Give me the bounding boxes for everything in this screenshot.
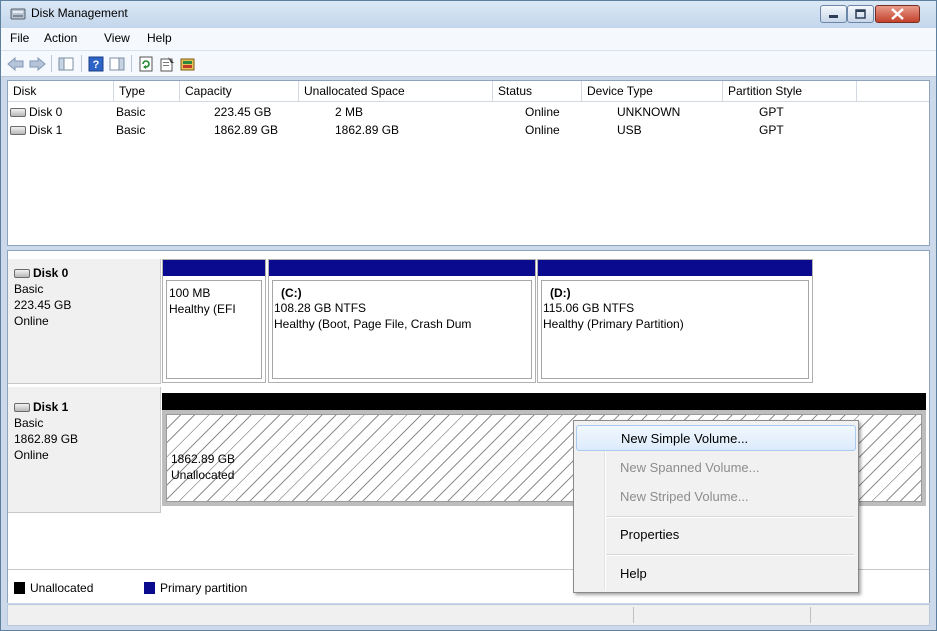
close-button[interactable] [875, 5, 920, 23]
column-header-disk[interactable]: Disk [8, 81, 114, 102]
partition-efi[interactable]: 100 MB Healthy (EFI [162, 259, 266, 383]
table-row[interactable]: Disk 1 Basic 1862.89 GB 1862.89 GB Onlin… [8, 121, 929, 138]
menu-item-new-striped-volume[interactable]: New Striped Volume... [576, 484, 856, 510]
rescan-disks-icon[interactable] [179, 55, 197, 72]
primary-partition-bar [538, 260, 812, 276]
capacity-cell: 223.45 GB [214, 105, 272, 119]
column-header-status[interactable]: Status [493, 81, 582, 102]
menu-separator [606, 516, 854, 518]
legend-label-unallocated: Unallocated [30, 581, 94, 595]
status-bar [7, 604, 930, 626]
minimize-button[interactable] [820, 5, 847, 23]
legend-label-primary: Primary partition [160, 581, 248, 595]
window-title: Disk Management [31, 6, 128, 20]
toolbar: ? [1, 51, 936, 77]
menu-separator [606, 554, 854, 556]
menu-item-new-spanned-volume[interactable]: New Spanned Volume... [576, 455, 856, 481]
partition-style-cell: GPT [759, 123, 784, 137]
show-hide-action-pane-icon[interactable] [108, 55, 126, 72]
svg-text:?: ? [93, 59, 100, 71]
forward-arrow-icon[interactable] [28, 55, 46, 72]
hard-disk-icon [14, 269, 30, 278]
show-hide-console-tree-icon[interactable] [57, 55, 75, 72]
disk-1-info[interactable]: Disk 1 Basic 1862.89 GB Online [8, 387, 161, 513]
menu-action[interactable]: Action [44, 31, 77, 45]
menu-file[interactable]: File [10, 31, 29, 45]
type-cell: Basic [116, 105, 146, 119]
partition-size: 1862.89 GB [171, 452, 236, 466]
column-header-capacity[interactable]: Capacity [180, 81, 299, 102]
partition-label: (C:) [281, 286, 302, 300]
properties-icon[interactable] [158, 55, 176, 72]
partition-d[interactable]: (D:) 115.06 GB NTFS Healthy (Primary Par… [537, 259, 813, 383]
device-type-cell: UNKNOWN [617, 105, 681, 119]
status-cell: Online [525, 123, 560, 137]
partition-size: 115.06 GB NTFS [543, 301, 635, 315]
unallocated-bar [162, 393, 926, 410]
type-cell: Basic [116, 123, 146, 137]
disk-management-icon [10, 7, 26, 21]
device-type-cell: USB [617, 123, 642, 137]
disk-0-type: Basic [14, 282, 44, 296]
hard-disk-icon [10, 108, 26, 117]
partition-c[interactable]: (C:) 108.28 GB NTFS Healthy (Boot, Page … [268, 259, 536, 383]
partition-size: 108.28 GB NTFS [274, 301, 367, 315]
menu-view[interactable]: View [104, 31, 130, 45]
disk-cell: Disk 1 [10, 123, 62, 137]
maximize-button[interactable] [847, 5, 874, 23]
column-header-partition-style[interactable]: Partition Style [723, 81, 857, 102]
partition-style-cell: GPT [759, 105, 784, 119]
hard-disk-icon [10, 126, 26, 135]
disk-management-window: Disk Management File Action View Help ? [0, 0, 937, 631]
disk-0-size: 223.45 GB [14, 298, 72, 312]
column-header-blank [857, 81, 929, 102]
partition-label: (D:) [550, 286, 571, 300]
partition-status: Healthy (Primary Partition) [543, 317, 684, 331]
capacity-cell: 1862.89 GB [214, 123, 279, 137]
primary-partition-bar [269, 260, 535, 276]
column-header-device-type[interactable]: Device Type [582, 81, 723, 102]
menu-item-new-simple-volume[interactable]: New Simple Volume... [576, 425, 856, 451]
unallocated-cell: 2 MB [335, 105, 364, 119]
column-header-type[interactable]: Type [114, 81, 180, 102]
primary-partition-bar [163, 260, 265, 276]
disk-0-info[interactable]: Disk 0 Basic 223.45 GB Online [8, 259, 161, 384]
disk-1-status: Online [14, 448, 49, 462]
disk-1-name: Disk 1 [33, 400, 69, 414]
menu-item-properties[interactable]: Properties [576, 522, 856, 548]
refresh-icon[interactable] [137, 55, 155, 72]
disk-0-status: Online [14, 314, 49, 328]
legend-swatch-primary [144, 582, 155, 594]
hard-disk-icon [14, 403, 30, 412]
back-arrow-icon[interactable] [7, 55, 25, 72]
disk-cell: Disk 0 [10, 105, 62, 119]
help-icon[interactable]: ? [87, 55, 105, 72]
menu-bar: File Action View Help [1, 28, 936, 51]
column-header-unallocated-space[interactable]: Unallocated Space [299, 81, 493, 102]
disk-1-type: Basic [14, 416, 44, 430]
legend-swatch-unallocated [14, 582, 25, 594]
title-bar[interactable]: Disk Management [1, 1, 936, 28]
disk-1-size: 1862.89 GB [14, 432, 79, 446]
menu-item-help[interactable]: Help [576, 561, 856, 587]
unallocated-cell: 1862.89 GB [335, 123, 400, 137]
disk-0-name: Disk 0 [33, 266, 69, 280]
status-cell: Online [525, 105, 560, 119]
disk-0-partitions: 100 MB Healthy (EFI (C:) 108.28 GB NTFS … [161, 259, 817, 384]
partition-status: Healthy (EFI [169, 302, 236, 316]
partition-size: 100 MB [169, 286, 211, 300]
partition-status: Healthy (Boot, Page File, Crash Dum [274, 317, 472, 331]
menu-help[interactable]: Help [147, 31, 172, 45]
disk-list-view: Disk Type Capacity Unallocated Space Sta… [7, 80, 930, 246]
table-row[interactable]: Disk 0 Basic 223.45 GB 2 MB Online UNKNO… [8, 103, 929, 120]
partition-status: Unallocated [171, 468, 235, 482]
context-menu: New Simple Volume... New Spanned Volume.… [573, 420, 859, 593]
